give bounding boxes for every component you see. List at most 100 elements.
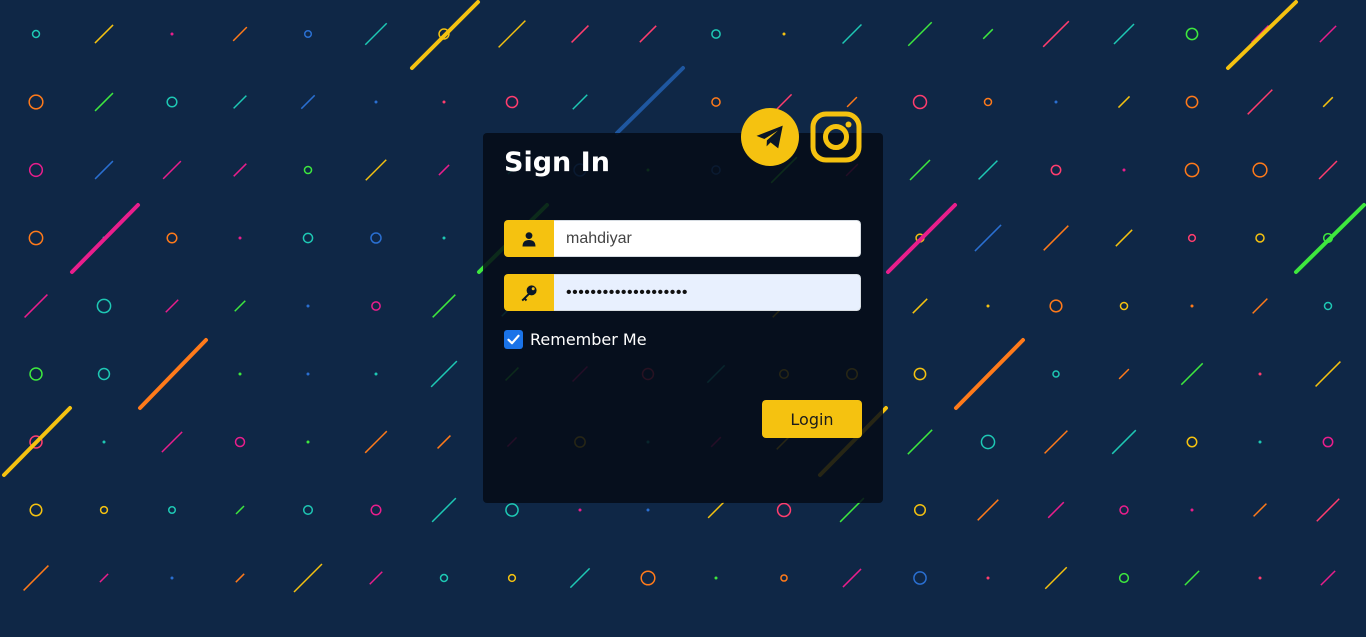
confetti-shape [165, 299, 179, 313]
confetti-streak [886, 203, 957, 274]
confetti-shape [432, 294, 456, 318]
confetti-shape [1258, 440, 1262, 444]
confetti-shape [371, 301, 381, 311]
page-title: Sign In [504, 147, 610, 178]
confetti-shape [1252, 298, 1268, 314]
confetti-shape [1044, 566, 1068, 590]
confetti-shape [1052, 370, 1060, 378]
confetti-shape [370, 232, 382, 244]
confetti-shape [711, 97, 721, 107]
confetti-shape [1185, 27, 1199, 41]
confetti-shape [1187, 233, 1197, 243]
confetti-shape [1115, 229, 1133, 247]
remember-me: Remember Me [504, 330, 647, 349]
confetti-shape [370, 504, 382, 516]
confetti-shape [1315, 361, 1341, 387]
confetti-shape [306, 304, 310, 308]
confetti-shape [233, 95, 247, 109]
confetti-shape [1044, 430, 1068, 454]
telegram-icon [756, 125, 783, 149]
confetti-shape [94, 24, 114, 44]
confetti-shape [578, 508, 582, 512]
sign-in-card: Sign In mahdiyar •••••••••••••••••••• Re… [483, 108, 883, 503]
confetti-shape [365, 159, 387, 181]
confetti-shape [841, 23, 863, 45]
confetti-shape [1190, 304, 1194, 308]
confetti-shape [1247, 89, 1273, 115]
username-field [504, 220, 861, 257]
confetti-shape [572, 94, 588, 110]
confetti-shape [974, 224, 1002, 252]
confetti-shape [571, 25, 589, 43]
confetti-streak [615, 66, 685, 135]
confetti-shape [166, 96, 178, 108]
confetti-shape [306, 372, 310, 376]
confetti-shape [29, 503, 43, 517]
remember-me-checkbox[interactable] [504, 330, 523, 349]
confetti-streak [1294, 203, 1366, 274]
confetti-shape [1180, 362, 1204, 386]
confetti-shape [1323, 301, 1333, 311]
confetti-shape [167, 505, 177, 515]
confetti-shape [97, 367, 111, 381]
confetti-shape [1318, 160, 1338, 180]
confetti-shape [639, 25, 657, 43]
confetti-shape [1253, 503, 1267, 517]
confetti-shape [909, 159, 931, 181]
confetti-shape [569, 567, 591, 589]
confetti-shape [1258, 576, 1262, 580]
confetti-shape [913, 367, 927, 381]
confetti-shape [1258, 372, 1262, 376]
username-input[interactable] [554, 220, 861, 257]
confetti-shape [846, 96, 858, 108]
confetti-shape [303, 165, 313, 175]
confetti-shape [986, 576, 990, 580]
confetti-shape [1042, 20, 1070, 48]
confetti-shape [1320, 570, 1336, 586]
confetti-streak [410, 0, 480, 70]
confetti-shape [1252, 162, 1268, 178]
confetti-shape [442, 236, 446, 240]
confetti-shape [912, 94, 928, 110]
telegram-button[interactable] [741, 108, 799, 166]
confetti-shape [714, 576, 718, 580]
confetti-shape [1255, 233, 1265, 243]
confetti-shape [431, 497, 457, 523]
confetti-shape [1184, 162, 1200, 178]
confetti-shape [780, 574, 788, 582]
key-icon [504, 274, 554, 311]
instagram-icon [810, 111, 862, 163]
confetti-shape [29, 367, 43, 381]
confetti-shape [1049, 299, 1063, 313]
confetti-shape [369, 571, 383, 585]
confetti-shape [364, 22, 388, 46]
confetti-shape [505, 503, 519, 517]
confetti-shape [707, 501, 725, 519]
confetti-shape [1322, 436, 1334, 448]
password-field [504, 274, 861, 311]
login-button[interactable]: Login [762, 400, 862, 438]
confetti-shape [234, 300, 246, 312]
confetti-shape [302, 232, 314, 244]
confetti-shape [1050, 164, 1062, 176]
confetti-shape [1119, 301, 1129, 311]
password-input[interactable] [554, 274, 861, 311]
confetti-shape [170, 576, 174, 580]
confetti-shape [1117, 95, 1131, 109]
confetti-shape [374, 100, 378, 104]
instagram-button[interactable] [809, 110, 863, 164]
confetti-shape [302, 504, 314, 516]
confetti-shape [775, 93, 793, 111]
confetti-shape [99, 505, 109, 515]
confetti-shape [430, 360, 458, 388]
confetti-shape [913, 503, 927, 517]
confetti-shape [96, 298, 112, 314]
confetti-shape [94, 92, 114, 112]
confetti-shape [498, 20, 526, 48]
confetti-shape [170, 32, 174, 36]
confetti-shape [907, 21, 933, 47]
confetti-shape [1113, 23, 1135, 45]
confetti-shape [912, 298, 928, 314]
confetti-shape [782, 32, 786, 36]
checkmark-icon [507, 334, 520, 345]
